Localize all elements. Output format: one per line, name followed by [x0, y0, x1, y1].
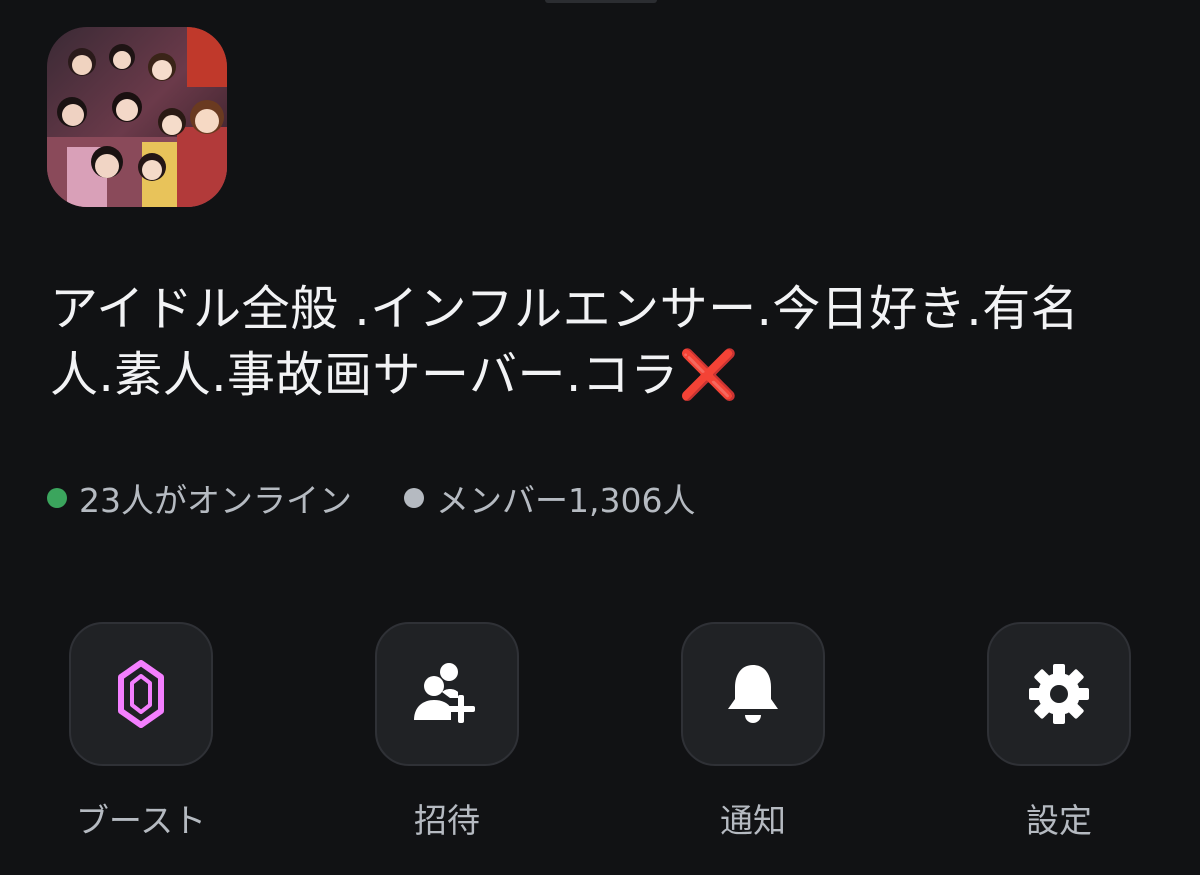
- online-count-text: 23人がオンライン: [79, 481, 352, 520]
- boost-label: ブースト: [75, 801, 207, 840]
- server-name-text: アイドル全般 .インフルエンサー.今日好き.有名人.素人.事故画サーバー.コラ: [50, 281, 1080, 403]
- notifications-action: 通知: [681, 622, 825, 842]
- boost-gem-icon: [118, 660, 164, 728]
- boost-action: ブースト: [69, 622, 213, 842]
- server-icon-image[interactable]: [47, 27, 227, 207]
- settings-label: 設定: [1026, 801, 1092, 840]
- notifications-button[interactable]: [681, 622, 825, 766]
- settings-button[interactable]: [987, 622, 1131, 766]
- online-status-dot-icon: [47, 488, 67, 508]
- invite-action: 招待: [375, 622, 519, 842]
- member-count-text: メンバー1,306人: [436, 481, 696, 520]
- bell-icon: [728, 665, 778, 723]
- boost-button[interactable]: [69, 622, 213, 766]
- server-stats: 23人がオンライン メンバー1,306人: [47, 472, 695, 524]
- notifications-label: 通知: [720, 801, 786, 840]
- online-stat: 23人がオンライン: [47, 474, 352, 522]
- gear-icon: [1029, 664, 1089, 724]
- invite-label: 招待: [414, 801, 480, 840]
- invite-button[interactable]: [375, 622, 519, 766]
- sheet-drag-handle[interactable]: [545, 0, 657, 3]
- members-stat: メンバー1,306人: [404, 474, 695, 522]
- group-photo: [47, 27, 227, 207]
- invite-user-icon: [414, 663, 475, 723]
- server-name-title: アイドル全般 .インフルエンサー.今日好き.有名人.素人.事故画サーバー.コラ❌: [50, 276, 1140, 408]
- settings-action: 設定: [987, 622, 1131, 842]
- members-status-dot-icon: [404, 488, 424, 508]
- cross-mark-emoji: ❌: [678, 347, 740, 403]
